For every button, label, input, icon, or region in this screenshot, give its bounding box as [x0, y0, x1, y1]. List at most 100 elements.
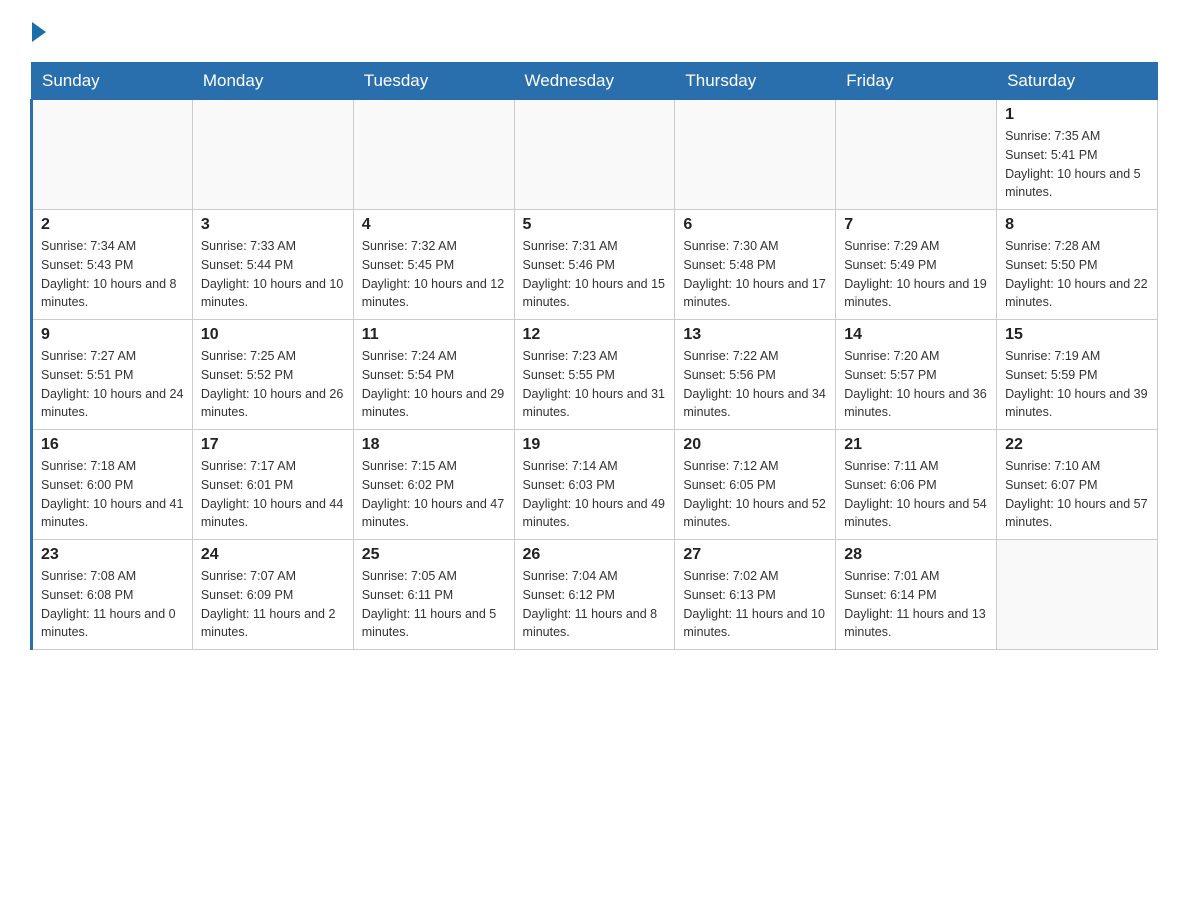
day-number: 10	[201, 326, 345, 344]
table-row: 18 Sunrise: 7:15 AMSunset: 6:02 PMDayligh…	[353, 430, 514, 540]
calendar-week-5: 23 Sunrise: 7:08 AMSunset: 6:08 PMDayligh…	[32, 540, 1158, 650]
col-thursday: Thursday	[675, 63, 836, 100]
col-saturday: Saturday	[997, 63, 1158, 100]
table-row: 11 Sunrise: 7:24 AMSunset: 5:54 PMDayligh…	[353, 320, 514, 430]
day-number: 26	[523, 546, 667, 564]
table-row: 9 Sunrise: 7:27 AMSunset: 5:51 PMDaylight…	[32, 320, 193, 430]
day-info: Sunrise: 7:17 AMSunset: 6:01 PMDaylight:…	[201, 457, 345, 532]
day-number: 11	[362, 326, 506, 344]
day-info: Sunrise: 7:35 AMSunset: 5:41 PMDaylight:…	[1005, 127, 1149, 202]
day-number: 16	[41, 436, 184, 454]
table-row: 4Sunrise: 7:32 AMSunset: 5:45 PMDaylight…	[353, 210, 514, 320]
table-row: 10 Sunrise: 7:25 AMSunset: 5:52 PMDayligh…	[192, 320, 353, 430]
table-row: 2Sunrise: 7:34 AMSunset: 5:43 PMDaylight…	[32, 210, 193, 320]
day-info: Sunrise: 7:25 AMSunset: 5:52 PMDaylight:…	[201, 347, 345, 422]
day-number: 15	[1005, 326, 1149, 344]
table-row: 1 Sunrise: 7:35 AMSunset: 5:41 PMDaylight…	[997, 100, 1158, 210]
table-row: 27 Sunrise: 7:02 AMSunset: 6:13 PMDayligh…	[675, 540, 836, 650]
day-info: Sunrise: 7:20 AMSunset: 5:57 PMDaylight:…	[844, 347, 988, 422]
calendar-header-row: Sunday Monday Tuesday Wednesday Thursday…	[32, 63, 1158, 100]
day-number: 2	[41, 216, 184, 234]
day-info: Sunrise: 7:24 AMSunset: 5:54 PMDaylight:…	[362, 347, 506, 422]
table-row: 24Sunrise: 7:07 AMSunset: 6:09 PMDayligh…	[192, 540, 353, 650]
day-number: 7	[844, 216, 988, 234]
day-number: 20	[683, 436, 827, 454]
day-info: Sunrise: 7:29 AMSunset: 5:49 PMDaylight:…	[844, 237, 988, 312]
col-sunday: Sunday	[32, 63, 193, 100]
day-info: Sunrise: 7:28 AMSunset: 5:50 PMDaylight:…	[1005, 237, 1149, 312]
day-number: 28	[844, 546, 988, 564]
day-info: Sunrise: 7:22 AMSunset: 5:56 PMDaylight:…	[683, 347, 827, 422]
day-info: Sunrise: 7:15 AMSunset: 6:02 PMDaylight:…	[362, 457, 506, 532]
table-row	[836, 100, 997, 210]
table-row: 20 Sunrise: 7:12 AMSunset: 6:05 PMDayligh…	[675, 430, 836, 540]
day-number: 12	[523, 326, 667, 344]
day-number: 22	[1005, 436, 1149, 454]
day-info: Sunrise: 7:19 AMSunset: 5:59 PMDaylight:…	[1005, 347, 1149, 422]
table-row: 5Sunrise: 7:31 AMSunset: 5:46 PMDaylight…	[514, 210, 675, 320]
calendar-week-1: 1 Sunrise: 7:35 AMSunset: 5:41 PMDaylight…	[32, 100, 1158, 210]
table-row: 22 Sunrise: 7:10 AMSunset: 6:07 PMDayligh…	[997, 430, 1158, 540]
table-row: 28 Sunrise: 7:01 AMSunset: 6:14 PMDayligh…	[836, 540, 997, 650]
day-info: Sunrise: 7:08 AMSunset: 6:08 PMDaylight:…	[41, 567, 184, 642]
table-row: 6Sunrise: 7:30 AMSunset: 5:48 PMDaylight…	[675, 210, 836, 320]
table-row	[997, 540, 1158, 650]
day-number: 23	[41, 546, 184, 564]
calendar-table: Sunday Monday Tuesday Wednesday Thursday…	[30, 62, 1158, 650]
day-info: Sunrise: 7:10 AMSunset: 6:07 PMDaylight:…	[1005, 457, 1149, 532]
day-info: Sunrise: 7:33 AMSunset: 5:44 PMDaylight:…	[201, 237, 345, 312]
table-row: 16 Sunrise: 7:18 AMSunset: 6:00 PMDayligh…	[32, 430, 193, 540]
table-row	[514, 100, 675, 210]
day-info: Sunrise: 7:18 AMSunset: 6:00 PMDaylight:…	[41, 457, 184, 532]
table-row: 15 Sunrise: 7:19 AMSunset: 5:59 PMDayligh…	[997, 320, 1158, 430]
day-number: 14	[844, 326, 988, 344]
table-row: 8 Sunrise: 7:28 AMSunset: 5:50 PMDaylight…	[997, 210, 1158, 320]
col-wednesday: Wednesday	[514, 63, 675, 100]
day-number: 6	[683, 216, 827, 234]
logo	[30, 20, 46, 42]
table-row: 13 Sunrise: 7:22 AMSunset: 5:56 PMDayligh…	[675, 320, 836, 430]
table-row: 23 Sunrise: 7:08 AMSunset: 6:08 PMDayligh…	[32, 540, 193, 650]
table-row: 3 Sunrise: 7:33 AMSunset: 5:44 PMDaylight…	[192, 210, 353, 320]
day-number: 1	[1005, 106, 1149, 124]
day-number: 17	[201, 436, 345, 454]
table-row	[353, 100, 514, 210]
day-number: 25	[362, 546, 506, 564]
day-info: Sunrise: 7:23 AMSunset: 5:55 PMDaylight:…	[523, 347, 667, 422]
table-row	[192, 100, 353, 210]
day-info: Sunrise: 7:04 AMSunset: 6:12 PMDaylight:…	[523, 567, 667, 642]
day-info: Sunrise: 7:14 AMSunset: 6:03 PMDaylight:…	[523, 457, 667, 532]
day-info: Sunrise: 7:12 AMSunset: 6:05 PMDaylight:…	[683, 457, 827, 532]
logo-arrow-icon	[32, 22, 46, 42]
day-info: Sunrise: 7:31 AMSunset: 5:46 PMDaylight:…	[523, 237, 667, 312]
calendar-week-3: 9 Sunrise: 7:27 AMSunset: 5:51 PMDaylight…	[32, 320, 1158, 430]
col-tuesday: Tuesday	[353, 63, 514, 100]
table-row: 17 Sunrise: 7:17 AMSunset: 6:01 PMDayligh…	[192, 430, 353, 540]
day-number: 19	[523, 436, 667, 454]
day-info: Sunrise: 7:11 AMSunset: 6:06 PMDaylight:…	[844, 457, 988, 532]
col-monday: Monday	[192, 63, 353, 100]
day-number: 13	[683, 326, 827, 344]
day-info: Sunrise: 7:02 AMSunset: 6:13 PMDaylight:…	[683, 567, 827, 642]
day-number: 9	[41, 326, 184, 344]
day-number: 27	[683, 546, 827, 564]
day-info: Sunrise: 7:27 AMSunset: 5:51 PMDaylight:…	[41, 347, 184, 422]
table-row: 25Sunrise: 7:05 AMSunset: 6:11 PMDayligh…	[353, 540, 514, 650]
table-row: 21Sunrise: 7:11 AMSunset: 6:06 PMDayligh…	[836, 430, 997, 540]
day-number: 18	[362, 436, 506, 454]
table-row: 7 Sunrise: 7:29 AMSunset: 5:49 PMDaylight…	[836, 210, 997, 320]
day-number: 8	[1005, 216, 1149, 234]
calendar-week-4: 16 Sunrise: 7:18 AMSunset: 6:00 PMDayligh…	[32, 430, 1158, 540]
day-info: Sunrise: 7:07 AMSunset: 6:09 PMDaylight:…	[201, 567, 345, 642]
day-number: 3	[201, 216, 345, 234]
day-info: Sunrise: 7:01 AMSunset: 6:14 PMDaylight:…	[844, 567, 988, 642]
table-row: 19 Sunrise: 7:14 AMSunset: 6:03 PMDayligh…	[514, 430, 675, 540]
calendar-week-2: 2Sunrise: 7:34 AMSunset: 5:43 PMDaylight…	[32, 210, 1158, 320]
table-row	[32, 100, 193, 210]
day-info: Sunrise: 7:32 AMSunset: 5:45 PMDaylight:…	[362, 237, 506, 312]
table-row	[675, 100, 836, 210]
table-row: 12 Sunrise: 7:23 AMSunset: 5:55 PMDayligh…	[514, 320, 675, 430]
table-row: 14 Sunrise: 7:20 AMSunset: 5:57 PMDayligh…	[836, 320, 997, 430]
col-friday: Friday	[836, 63, 997, 100]
table-row: 26 Sunrise: 7:04 AMSunset: 6:12 PMDayligh…	[514, 540, 675, 650]
